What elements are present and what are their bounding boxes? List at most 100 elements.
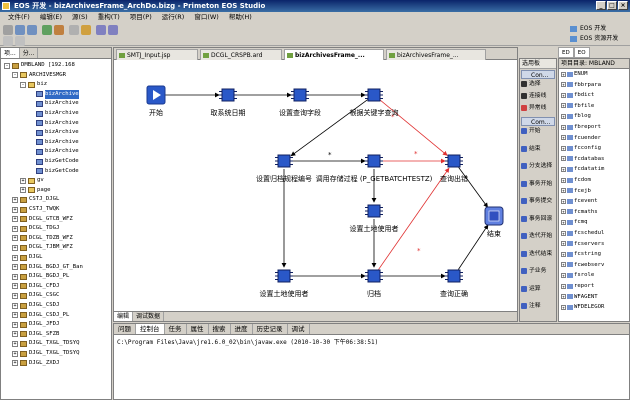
expand-icon[interactable]: + [12,312,18,319]
project-item[interactable]: + fcdom [561,176,591,184]
console-tab[interactable]: 属性 [187,324,209,334]
menu-window[interactable]: 窗口(W) [189,12,224,22]
tab-bizarchivesframe-active[interactable]: bizArchivesFrame_... [284,49,384,60]
expand-icon[interactable]: + [12,302,18,309]
tree-item[interactable]: + DCGL_TDGJ [12,224,59,233]
project-item[interactable]: + fcuender [561,134,601,142]
tree-item[interactable]: bizArchive [28,138,79,147]
palette-item[interactable]: 迭代开始 [520,232,556,250]
expand-icon[interactable]: + [20,187,26,194]
project-item[interactable]: + fbdict [561,91,594,99]
project-item[interactable]: + fcservers [561,240,604,248]
expand-icon[interactable]: + [561,145,566,151]
save-all-icon[interactable] [27,25,37,35]
project-item[interactable]: + fcmaths [561,208,598,216]
console-tab[interactable]: 任务 [165,324,187,334]
project-item[interactable]: + fbreport [561,123,601,131]
palette-item[interactable]: 事务回滚 [520,215,556,233]
tree-item[interactable]: bizArchive [28,89,79,99]
tree-item[interactable]: + DCGL_TJBM_WFZ [12,243,73,252]
expand-icon[interactable]: + [12,235,18,242]
expand-icon[interactable]: + [12,321,18,328]
tree-item[interactable]: + CSTJ_DJGL [12,195,59,204]
expand-icon[interactable]: + [561,304,566,310]
expand-icon[interactable]: + [561,273,566,279]
expand-icon[interactable]: + [12,331,18,338]
menu-source[interactable]: 源(S) [67,12,93,22]
project-item[interactable]: + fblog [561,112,591,120]
project-item[interactable]: + fcconfig [561,144,601,152]
tab-edit[interactable]: 编辑 [114,312,134,321]
tree-item[interactable]: - ARCHIVESMGR [12,71,66,80]
maximize-button[interactable]: □ [607,1,617,10]
expand-icon[interactable]: + [12,350,18,357]
project-item[interactable]: + fcstring [561,250,601,258]
palette-item[interactable]: 选择 [520,80,556,92]
menu-project[interactable]: 项目(P) [125,12,157,22]
palette-section-connection[interactable]: Con... [521,70,555,79]
project-item[interactable]: + fcevent [561,197,598,205]
tab-project[interactable]: 项... [1,48,20,58]
flow-node-n1[interactable]: 取系统日期 [211,88,246,117]
project-item[interactable]: + fcdatabas [561,155,604,163]
tab-category[interactable]: 分... [20,48,39,58]
tree-item[interactable]: - DMBLAND [192.168 [4,61,75,70]
expand-icon[interactable]: + [12,340,18,347]
menu-help[interactable]: 帮助(H) [224,12,257,22]
flow-node-n2[interactable]: 设置查询字段 [279,88,321,117]
palette-item[interactable]: 事务提交 [520,197,556,215]
tab-debug-data[interactable]: 调试数据 [133,312,165,321]
exception-link[interactable] [378,167,450,270]
project-item[interactable]: + fcejb [561,187,591,195]
flow-node-end[interactable]: 结束 [484,206,504,238]
palette-item[interactable]: 事务开始 [520,180,556,198]
save-icon[interactable] [15,25,25,35]
flow-node-n6[interactable]: 查询出错 [440,154,468,183]
connection-link[interactable] [458,224,489,270]
expand-icon[interactable]: + [12,360,18,367]
tree-item[interactable]: + DJGL_TXGL_TDSYQ [12,349,80,358]
expand-icon[interactable]: + [20,177,26,184]
expand-icon[interactable]: + [12,216,18,223]
expand-icon[interactable]: + [12,264,18,271]
tree-item[interactable]: + DCGL_GTCB_WFZ [12,215,73,224]
console-tab[interactable]: 历史记录 [253,324,288,334]
project-item[interactable]: + WFDELEGOR [561,303,604,311]
expand-icon[interactable]: + [561,230,566,236]
console-tab[interactable]: 搜索 [209,324,231,334]
expand-icon[interactable]: + [12,244,18,251]
menu-file[interactable]: 文件(F) [3,12,35,22]
palette-item[interactable]: 异常线 [520,104,556,116]
project-item[interactable]: + fcwebserv [561,261,604,269]
expand-icon[interactable]: + [12,283,18,290]
tree-item[interactable]: + DJGL_ZXDJ [12,359,59,368]
tree-item[interactable]: + CSTJ_TWQK [12,205,59,214]
back-icon[interactable] [96,25,106,35]
collapse-icon[interactable]: - [20,81,26,88]
tab-eo[interactable]: EO [573,47,590,58]
project-item[interactable]: + report [561,282,594,290]
expand-icon[interactable]: + [561,114,566,120]
project-item[interactable]: + fcschedul [561,229,604,237]
palette-item[interactable]: 分支选择 [520,162,556,180]
palette-section-component[interactable]: Com... [521,117,555,126]
tree-item[interactable]: + DJGL_CSDJ [12,301,59,310]
zoom-icon[interactable] [3,36,13,46]
expand-icon[interactable]: + [12,292,18,299]
palette-item[interactable]: 运算 [520,285,556,303]
project-item[interactable]: + ENUM [561,70,587,78]
expand-icon[interactable]: + [561,188,566,194]
menu-edit[interactable]: 编辑(E) [35,12,67,22]
palette-item[interactable]: 迭代结束 [520,250,556,268]
debug-icon[interactable] [54,25,64,35]
tree-item[interactable]: + gv [20,176,44,185]
forward-icon[interactable] [108,25,118,35]
tree-item[interactable]: bizArchive [28,109,79,118]
new-icon[interactable] [3,25,13,35]
flow-node-start[interactable]: 开始 [146,85,166,117]
collapse-icon[interactable]: - [4,62,10,69]
perspective-eos-dev[interactable]: EOS 开发 [570,24,626,34]
run-icon[interactable] [42,25,52,35]
palette-item[interactable]: 连接线 [520,92,556,104]
project-item[interactable]: + WFAGENT [561,293,598,301]
